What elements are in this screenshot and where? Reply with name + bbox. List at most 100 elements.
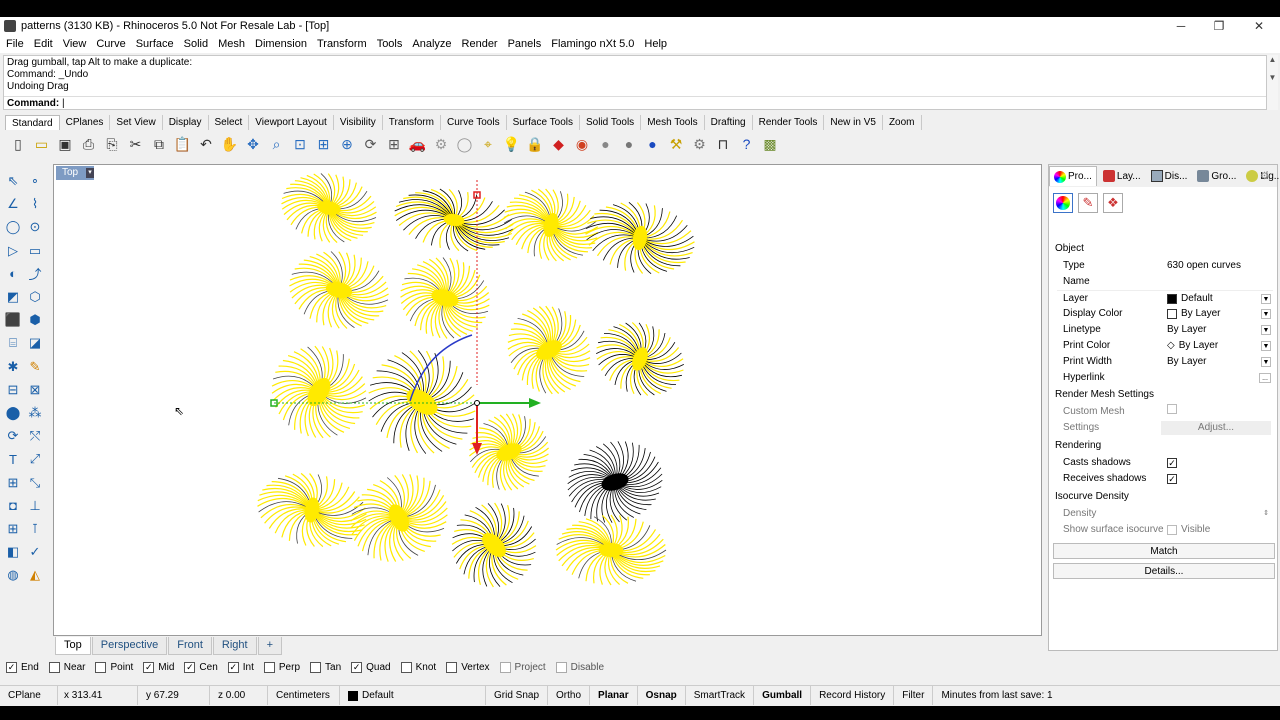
tab-new-in-v5[interactable]: New in V5 bbox=[824, 115, 883, 130]
box-icon[interactable]: ⬛ bbox=[4, 311, 22, 329]
boolean-icon[interactable]: ⬤ bbox=[4, 404, 22, 422]
osnap-checkbox[interactable] bbox=[95, 661, 107, 673]
save-icon[interactable]: ▣ bbox=[55, 134, 75, 154]
row-name[interactable]: Name bbox=[1057, 274, 1273, 290]
osnap-cen[interactable]: ✓ Cen bbox=[184, 661, 218, 673]
menu-panels[interactable]: Panels bbox=[508, 38, 542, 50]
group-icon[interactable]: ◘ bbox=[4, 497, 22, 515]
zoom-selected-icon[interactable]: ⊕ bbox=[337, 134, 357, 154]
close-button[interactable]: ✕ bbox=[1240, 17, 1278, 35]
panel-tab-display[interactable]: Dis... bbox=[1147, 170, 1192, 182]
row-linetype[interactable]: Linetype By Layer ▼ bbox=[1057, 322, 1273, 338]
text-icon[interactable]: T bbox=[4, 450, 22, 468]
osnap-int[interactable]: ✓ Int bbox=[227, 661, 254, 673]
minimize-button[interactable]: ─ bbox=[1162, 17, 1200, 35]
polygon-icon[interactable]: ▷ bbox=[4, 242, 22, 260]
gear-tool-icon[interactable]: ✱ bbox=[4, 358, 22, 376]
tab-set-view[interactable]: Set View bbox=[110, 115, 163, 130]
grid-snap-toggle[interactable]: Grid Snap bbox=[486, 686, 549, 705]
mirror-icon[interactable]: ⤲ bbox=[26, 427, 44, 445]
osnap-checkbox[interactable] bbox=[48, 661, 60, 673]
curve-flower[interactable] bbox=[555, 514, 667, 586]
tab-curve-tools[interactable]: Curve Tools bbox=[441, 115, 507, 130]
record-history-toggle[interactable]: Record History bbox=[811, 686, 895, 705]
custom-mesh-checkbox[interactable] bbox=[1167, 404, 1177, 414]
osnap-disable[interactable]: Disable bbox=[555, 661, 604, 673]
material-icon[interactable]: ◆ bbox=[549, 134, 569, 154]
osnap-toggle[interactable]: Osnap bbox=[638, 686, 686, 705]
row-display-color[interactable]: Display Color By Layer ▼ bbox=[1057, 306, 1273, 322]
curve-icon[interactable]: ⌇ bbox=[26, 195, 44, 213]
export-icon[interactable]: ⎘ bbox=[102, 134, 122, 154]
osnap-near[interactable]: Near bbox=[48, 661, 85, 673]
osnap-checkbox[interactable] bbox=[446, 661, 458, 673]
hyperlink-browse-button[interactable]: ... bbox=[1259, 373, 1271, 383]
casts-shadows-checkbox[interactable]: ✓ bbox=[1167, 458, 1177, 468]
tab-cplanes[interactable]: CPlanes bbox=[60, 115, 111, 130]
split-icon[interactable]: ⊟ bbox=[4, 381, 22, 399]
smarttrack-toggle[interactable]: SmartTrack bbox=[686, 686, 755, 705]
open-icon[interactable]: ▭ bbox=[32, 134, 52, 154]
osnap-point[interactable]: Point bbox=[95, 661, 133, 673]
render-page-icon[interactable]: ❖ bbox=[1103, 193, 1123, 213]
tab-solid-tools[interactable]: Solid Tools bbox=[580, 115, 642, 130]
cylinder-icon[interactable]: ⌸ bbox=[4, 334, 22, 352]
curve-flower[interactable] bbox=[567, 441, 663, 523]
polyline-icon[interactable]: ∠ bbox=[4, 195, 22, 213]
chevron-down-icon[interactable]: ▼ bbox=[1261, 341, 1271, 351]
chevron-down-icon[interactable]: ▼ bbox=[1261, 294, 1271, 304]
command-input[interactable]: Command: | bbox=[4, 96, 1266, 110]
light-icon[interactable]: 💡 bbox=[502, 134, 522, 154]
pan-icon[interactable]: ✋ bbox=[220, 134, 240, 154]
menu-view[interactable]: View bbox=[63, 38, 87, 50]
tab-visibility[interactable]: Visibility bbox=[334, 115, 383, 130]
tab-render-tools[interactable]: Render Tools bbox=[753, 115, 825, 130]
viewport-tab-add[interactable]: + bbox=[257, 637, 283, 655]
copy-icon[interactable]: ⧉ bbox=[149, 134, 169, 154]
panel-tab-groups[interactable]: Gro... bbox=[1193, 170, 1240, 182]
sphere-shaded-icon[interactable]: ● bbox=[619, 134, 639, 154]
grid-icon[interactable]: ⊞ bbox=[4, 520, 22, 538]
osnap-checkbox[interactable]: ✓ bbox=[184, 661, 196, 673]
command-scrollbar[interactable]: ▲ ▼ bbox=[1267, 55, 1278, 110]
tab-display[interactable]: Display bbox=[163, 115, 209, 130]
ellipse-icon[interactable]: ⊙ bbox=[26, 218, 44, 236]
details-button[interactable]: Details... bbox=[1053, 563, 1275, 579]
color-wheel-icon[interactable]: ◉ bbox=[572, 134, 592, 154]
osnap-mid[interactable]: ✓ Mid bbox=[143, 661, 174, 673]
osnap-knot[interactable]: Knot bbox=[400, 661, 436, 673]
menu-render[interactable]: Render bbox=[462, 38, 498, 50]
panel-tab-properties[interactable]: Pro... bbox=[1049, 166, 1097, 186]
select-icon[interactable]: ⇖ bbox=[4, 172, 22, 190]
status-layer[interactable]: Default bbox=[340, 686, 486, 705]
paste-icon[interactable]: 📋 bbox=[173, 134, 193, 154]
sphere-icon[interactable]: ⬢ bbox=[26, 311, 44, 329]
menu-dimension[interactable]: Dimension bbox=[255, 38, 307, 50]
curve-flower[interactable] bbox=[394, 188, 514, 252]
dimension-icon[interactable]: ⊓ bbox=[713, 134, 733, 154]
osnap-quad[interactable]: ✓ Quad bbox=[351, 661, 391, 673]
mesh-icon[interactable]: ◪ bbox=[26, 334, 44, 352]
trim-icon[interactable]: ⊠ bbox=[26, 381, 44, 399]
align-icon[interactable]: ⊺ bbox=[26, 520, 44, 538]
rotate-icon[interactable]: ⟳ bbox=[4, 427, 22, 445]
menu-curve[interactable]: Curve bbox=[96, 38, 125, 50]
snap-icon[interactable]: ⌖ bbox=[478, 134, 498, 154]
circle-icon[interactable]: ◯ bbox=[455, 134, 475, 154]
menu-mesh[interactable]: Mesh bbox=[218, 38, 245, 50]
chevron-down-icon[interactable]: ▼ bbox=[1261, 309, 1271, 319]
light-tool-icon[interactable]: ◭ bbox=[26, 566, 44, 584]
settings-icon[interactable]: ⚙ bbox=[690, 134, 710, 154]
fillet-icon[interactable]: ⤴ bbox=[26, 265, 44, 283]
curve-flower[interactable] bbox=[507, 305, 591, 395]
osnap-tan[interactable]: Tan bbox=[310, 661, 341, 673]
osnap-end[interactable]: ✓ End bbox=[6, 661, 39, 673]
material-page-icon[interactable]: ✎ bbox=[1078, 193, 1098, 213]
menu-edit[interactable]: Edit bbox=[34, 38, 53, 50]
menu-file[interactable]: File bbox=[6, 38, 24, 50]
gumball-x-arrow[interactable] bbox=[529, 398, 541, 408]
osnap-checkbox[interactable]: ✓ bbox=[143, 661, 155, 673]
four-view-icon[interactable]: ⊞ bbox=[384, 134, 404, 154]
density-spinner[interactable]: ⇕ bbox=[1261, 509, 1271, 519]
point-icon[interactable]: ∘ bbox=[26, 172, 44, 190]
